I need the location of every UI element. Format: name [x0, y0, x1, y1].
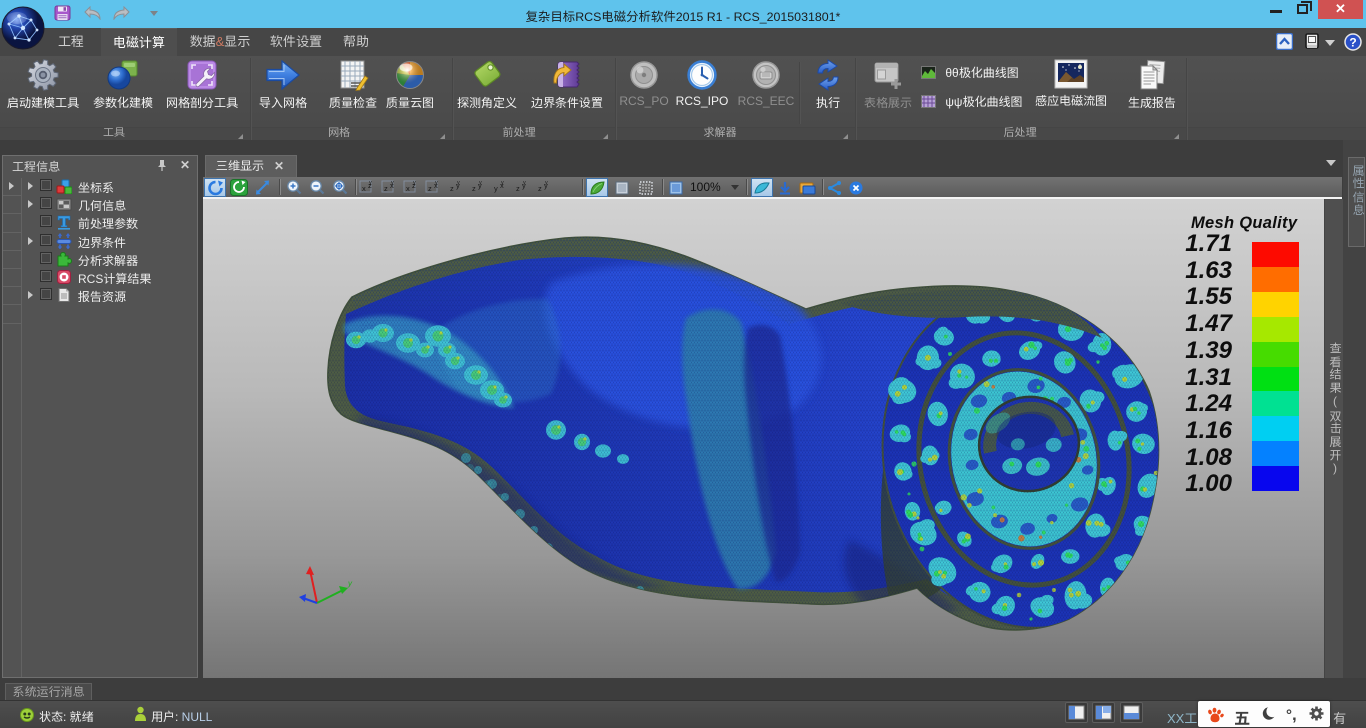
svg-text:y: y: [391, 180, 394, 186]
svg-text:z: z: [450, 184, 454, 193]
svg-text:?: ?: [1349, 36, 1356, 50]
svg-text:z: z: [538, 184, 542, 193]
svg-text:y: y: [501, 180, 504, 186]
svg-text:z: z: [516, 184, 520, 193]
svg-text:z: z: [384, 184, 388, 193]
svg-text:x: x: [406, 184, 410, 193]
svg-text:y: y: [545, 180, 548, 186]
svg-text:z: z: [428, 184, 432, 193]
svg-text:x: x: [362, 184, 366, 193]
svg-text:z: z: [472, 184, 476, 193]
svg-text:y: y: [457, 180, 460, 186]
svg-text:y: y: [479, 180, 482, 186]
svg-text:y: y: [494, 184, 498, 193]
svg-text:y: y: [523, 180, 526, 186]
svg-text:y: y: [369, 180, 372, 186]
svg-text:y: y: [413, 180, 416, 186]
svg-text:y: y: [435, 180, 438, 186]
